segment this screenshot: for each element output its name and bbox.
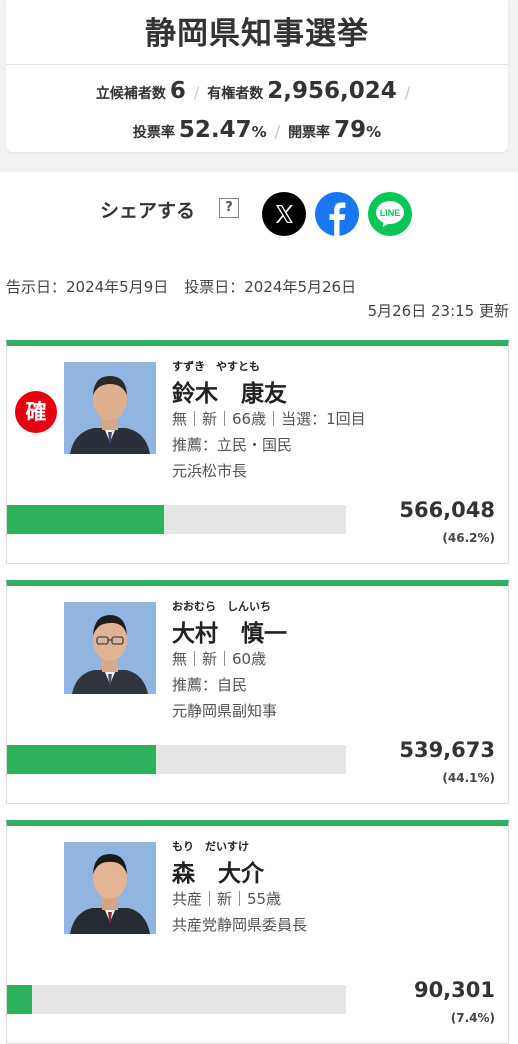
line-share-button[interactable]: LINE bbox=[368, 192, 412, 236]
vote-bar bbox=[7, 985, 33, 1014]
vote-percent: (46.2%) bbox=[442, 531, 495, 545]
vote-count: 90,301 bbox=[413, 978, 495, 1002]
counted-value: 79 bbox=[334, 117, 367, 143]
candidates-count-label: 立候補者数 bbox=[95, 86, 166, 102]
voters-label: 有権者数 bbox=[207, 86, 264, 102]
turnout-unit: % bbox=[251, 123, 267, 141]
candidate-name: 森 大介 bbox=[172, 861, 264, 887]
candidate-career: 共産党静岡県委員長 bbox=[172, 916, 308, 934]
line-logo-icon: LINE bbox=[376, 201, 404, 227]
vote-bar-track bbox=[7, 505, 346, 534]
candidate-endorsement: 推薦：立民・国民 bbox=[172, 436, 293, 454]
help-icon[interactable]: ? bbox=[219, 198, 239, 218]
turnout-value: 52.47 bbox=[178, 117, 252, 143]
candidate-kana: すずき やすとも bbox=[172, 360, 260, 373]
candidate-kana: もり だいすけ bbox=[172, 840, 249, 853]
candidate-kana: おおむら しんいち bbox=[172, 600, 271, 613]
separator: / bbox=[404, 83, 411, 102]
election-dates: 告示日：2024年5月9日 投票日：2024年5月26日 bbox=[6, 276, 356, 297]
x-share-button[interactable] bbox=[262, 192, 306, 236]
candidate-name: 鈴木 康友 bbox=[172, 381, 287, 407]
x-logo-icon bbox=[275, 205, 293, 223]
vote-count: 539,673 bbox=[399, 738, 495, 762]
candidate-name: 大村 慎一 bbox=[172, 621, 287, 647]
candidate-photo bbox=[64, 362, 156, 454]
facebook-share-button[interactable] bbox=[315, 192, 359, 236]
candidate-career: 元静岡県副知事 bbox=[172, 702, 278, 720]
election-title: 静岡県知事選挙 bbox=[145, 16, 369, 52]
separator: / bbox=[274, 122, 281, 141]
vote-bar-track bbox=[7, 985, 346, 1014]
vote-date: 投票日：2024年5月26日 bbox=[184, 278, 357, 296]
candidate-career: 元浜松市長 bbox=[172, 462, 248, 480]
winner-badge: 確 bbox=[15, 391, 57, 433]
candidate-profile: 無｜新｜60歳 bbox=[172, 650, 267, 668]
update-time: 5月26日 23:15 更新 bbox=[367, 302, 509, 320]
line-logo-text: LINE bbox=[380, 208, 401, 218]
vote-bar bbox=[7, 505, 164, 534]
divider bbox=[6, 64, 508, 65]
notice-date: 告示日：2024年5月9日 bbox=[6, 278, 169, 296]
separator: / bbox=[193, 83, 200, 102]
stats-row-1: 立候補者数 6 / 有権者数 2,956,024 / bbox=[6, 78, 508, 104]
candidate-card[interactable]: 確 すずき やすとも 鈴木 康友 無｜新｜66歳｜当選：1回目 推薦：立民・国民… bbox=[6, 340, 509, 564]
share-label: シェアする bbox=[100, 200, 196, 222]
candidate-photo bbox=[64, 602, 156, 694]
vote-count: 566,048 bbox=[399, 498, 495, 522]
stats-row-2: 投票率 52.47% / 開票率 79% bbox=[6, 117, 508, 143]
candidate-profile: 無｜新｜66歳｜当選：1回目 bbox=[172, 410, 366, 428]
election-summary-card: 静岡県知事選挙 立候補者数 6 / 有権者数 2,956,024 / 投票率 52.47% /… bbox=[6, 0, 508, 152]
share-row: シェアする ? LINE bbox=[0, 190, 518, 236]
turnout-label: 投票率 bbox=[132, 125, 175, 141]
candidates-count-value: 6 bbox=[169, 78, 186, 104]
candidate-profile: 共産｜新｜55歳 bbox=[172, 890, 282, 908]
vote-percent: (44.1%) bbox=[442, 771, 495, 785]
counted-unit: % bbox=[366, 123, 382, 141]
facebook-logo-icon bbox=[329, 202, 346, 236]
summary-panel: 静岡県知事選挙 立候補者数 6 / 有権者数 2,956,024 / 投票率 52.47% /… bbox=[0, 0, 518, 172]
candidate-card[interactable]: もり だいすけ 森 大介 共産｜新｜55歳 共産党静岡県委員長 90,301 (… bbox=[6, 820, 509, 1044]
candidate-card[interactable]: おおむら しんいち 大村 慎一 無｜新｜60歳 推薦：自民 元静岡県副知事 53… bbox=[6, 580, 509, 804]
voters-value: 2,956,024 bbox=[267, 78, 397, 104]
candidate-photo bbox=[64, 842, 156, 934]
counted-label: 開票率 bbox=[288, 125, 331, 141]
vote-bar-track bbox=[7, 745, 346, 774]
candidate-endorsement: 推薦：自民 bbox=[172, 676, 248, 694]
vote-bar bbox=[7, 745, 157, 774]
vote-percent: (7.4%) bbox=[450, 1011, 495, 1025]
